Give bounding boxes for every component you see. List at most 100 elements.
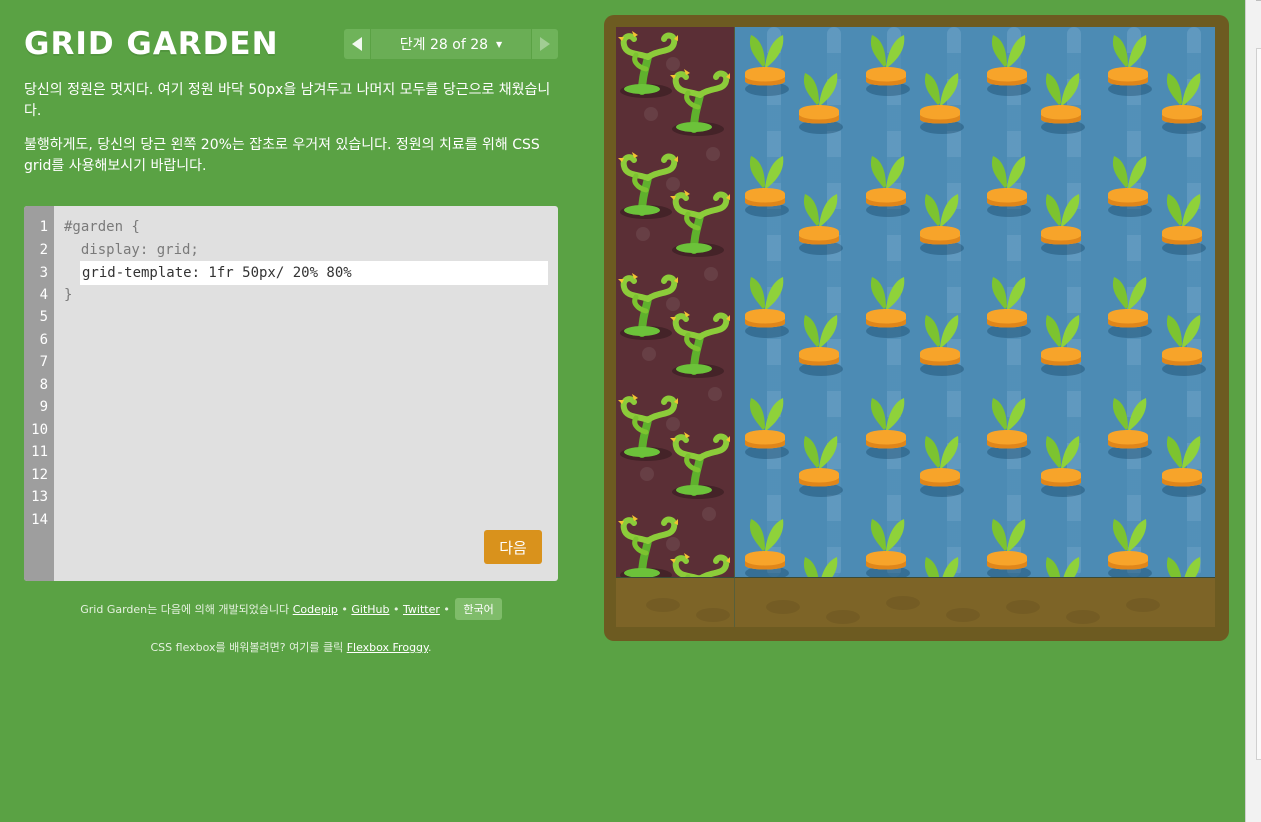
column-divider [734,27,735,627]
carrot-icon [1041,194,1085,255]
soil-area [616,578,1215,627]
credits: Grid Garden는 다음에 의해 개발되었습니다 Codepip • Gi… [24,598,558,620]
carrot-icon [866,156,910,217]
weed-icon [670,190,730,257]
carrot-icon [987,156,1031,217]
code-line-1: #garden { [64,219,140,235]
separator: • [393,603,400,616]
line-number-gutter: 1 2 3 4 5 6 7 8 9 10 11 12 13 14 [24,206,54,581]
carrot-icon [920,73,964,134]
line-number: 1 [39,219,48,235]
carrot-icon [1108,35,1152,96]
carrot-icon [987,35,1031,96]
weed-icon [670,432,730,499]
line-number: 5 [39,309,48,325]
line-number: 8 [39,377,48,393]
line-number: 13 [31,489,48,505]
carrot-icon [987,519,1031,580]
divider [1256,0,1261,1]
soil-bump [1126,598,1160,612]
weed-area-spot [706,147,720,161]
flexbox-froggy-promo: CSS flexbox를 배워볼려면? 여기를 클릭 Flexbox Frogg… [24,639,558,655]
page-title: GRID GARDEN [24,26,279,62]
line-number: 6 [39,332,48,348]
carrot-icon [799,73,843,134]
weed-area-spot [636,227,650,241]
carrot-icon [1162,194,1206,255]
carrot-icon [987,277,1031,338]
carrot-icon [866,398,910,459]
carrot-icon [987,398,1031,459]
line-number: 9 [39,399,48,415]
carrot-icon [1162,315,1206,376]
soil-bump [886,596,920,610]
carrot-icon [745,519,789,580]
soil-border [616,577,1215,578]
carrot-icon [920,315,964,376]
weed-area-spot [644,107,658,121]
carrot-icon [1162,436,1206,497]
soil-bump [946,608,980,622]
line-number: 7 [39,354,48,370]
language-selector[interactable]: 한국어 [455,598,502,620]
instructions: 당신의 정원은 멋지다. 여기 정원 바닥 50px을 남겨두고 나머지 모두를… [24,80,558,190]
level-label: 단계 28 of 28 [399,37,489,53]
carrot-area [735,27,1215,618]
carrot-icon [1108,398,1152,459]
soil-bump [1006,600,1040,614]
carrot-icon [1041,436,1085,497]
carrot-icon [745,35,789,96]
line-number: 10 [31,422,48,438]
weed-area-spot [642,347,656,361]
carrot-icon [799,194,843,255]
carrot-icon [799,436,843,497]
code-line-4: } [64,287,73,303]
weed-area-spot [702,507,716,521]
line-number: 3 [39,265,48,281]
instruction-paragraph-1: 당신의 정원은 멋지다. 여기 정원 바닥 50px을 남겨두고 나머지 모두를… [24,82,551,119]
carrot-icon [1041,315,1085,376]
carrot-icon [920,194,964,255]
weed-area-spot [708,387,722,401]
carrot-icon [866,519,910,580]
left-arrow-icon [352,37,362,51]
weed-area-spot [704,267,718,281]
previous-level-button[interactable] [344,29,370,59]
carrot-icon [920,436,964,497]
carrot-icon [745,156,789,217]
instruction-paragraph-2: 불행하게도, 당신의 당근 왼쪽 20%는 잡초로 우거져 있습니다. 정원의 … [24,137,540,174]
css-code-input[interactable] [80,261,548,285]
carrot-icon [866,35,910,96]
carrot-icon [1108,519,1152,580]
github-link[interactable]: GitHub [351,603,389,616]
dropdown-caret-icon: ▼ [496,39,503,49]
twitter-link[interactable]: Twitter [403,603,440,616]
browser-side-strip [1245,0,1261,822]
line-number: 12 [31,467,48,483]
carrot-icon [745,398,789,459]
scrollbar[interactable] [1256,48,1261,760]
codepip-link[interactable]: Codepip [293,603,338,616]
soil-bump [696,608,730,622]
separator: • [443,603,450,616]
carrot-icon [1108,277,1152,338]
carrot-icon [866,277,910,338]
level-indicator[interactable]: 단계 28 of 28 ▼ [371,29,531,59]
soil-bump [766,600,800,614]
line-number: 11 [31,444,48,460]
line-number: 2 [39,242,48,258]
soil-bump [826,610,860,624]
next-level-button[interactable] [532,29,558,59]
next-button[interactable]: 다음 [484,530,542,564]
froggy-suffix: . [427,641,432,654]
line-number: 4 [39,287,48,303]
carrot-icon [1041,73,1085,134]
code-editor: 1 2 3 4 5 6 7 8 9 10 11 12 13 14 #garden… [24,206,558,581]
line-number: 14 [31,512,48,528]
level-navigation: 단계 28 of 28 ▼ [344,29,558,59]
weed-area [616,27,734,620]
carrot-icon [799,315,843,376]
flexbox-froggy-link[interactable]: Flexbox Froggy [347,641,428,654]
credits-text: Grid Garden는 다음에 의해 개발되었습니다 [80,603,290,616]
weed-icon [670,311,730,378]
